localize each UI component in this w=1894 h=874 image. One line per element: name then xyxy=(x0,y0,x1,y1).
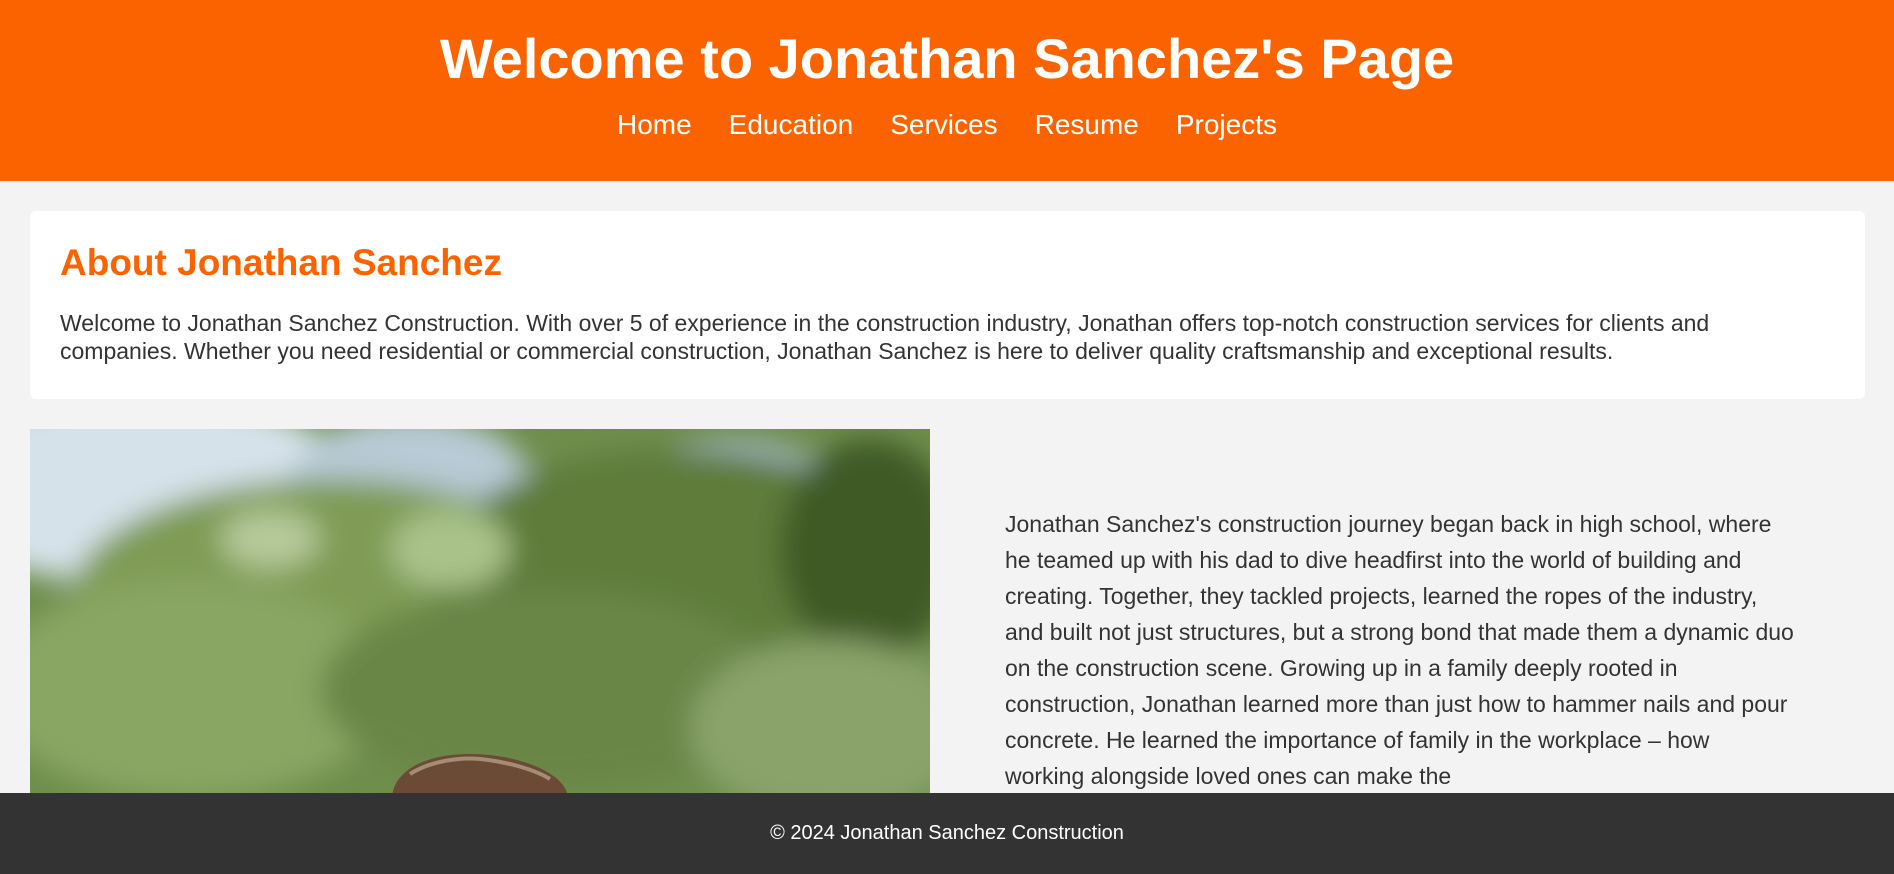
about-section: About Jonathan Sanchez Welcome to Jonath… xyxy=(30,211,1865,399)
about-text: Welcome to Jonathan Sanchez Construction… xyxy=(60,310,1710,364)
main-nav: Home Education Services Resume Projects xyxy=(0,108,1894,142)
nav-link-resume[interactable]: Resume xyxy=(1035,108,1139,142)
about-heading: About Jonathan Sanchez xyxy=(60,242,502,283)
nav-link-education[interactable]: Education xyxy=(729,108,854,142)
nav-link-services[interactable]: Services xyxy=(890,108,997,142)
nav-link-projects[interactable]: Projects xyxy=(1176,108,1277,142)
nav-link-home[interactable]: Home xyxy=(617,108,692,142)
profile-photo xyxy=(30,429,930,799)
page-title: Welcome to Jonathan Sanchez's Page xyxy=(439,27,1455,90)
site-footer: © 2024 Jonathan Sanchez Construction xyxy=(0,793,1894,874)
footer-copyright: © 2024 Jonathan Sanchez Construction xyxy=(770,822,1124,844)
profile-photo-image xyxy=(30,429,930,799)
site-header: Welcome to Jonathan Sanchez's Page Home … xyxy=(0,0,1894,181)
story-text: Jonathan Sanchez's construction journey … xyxy=(1005,511,1794,789)
